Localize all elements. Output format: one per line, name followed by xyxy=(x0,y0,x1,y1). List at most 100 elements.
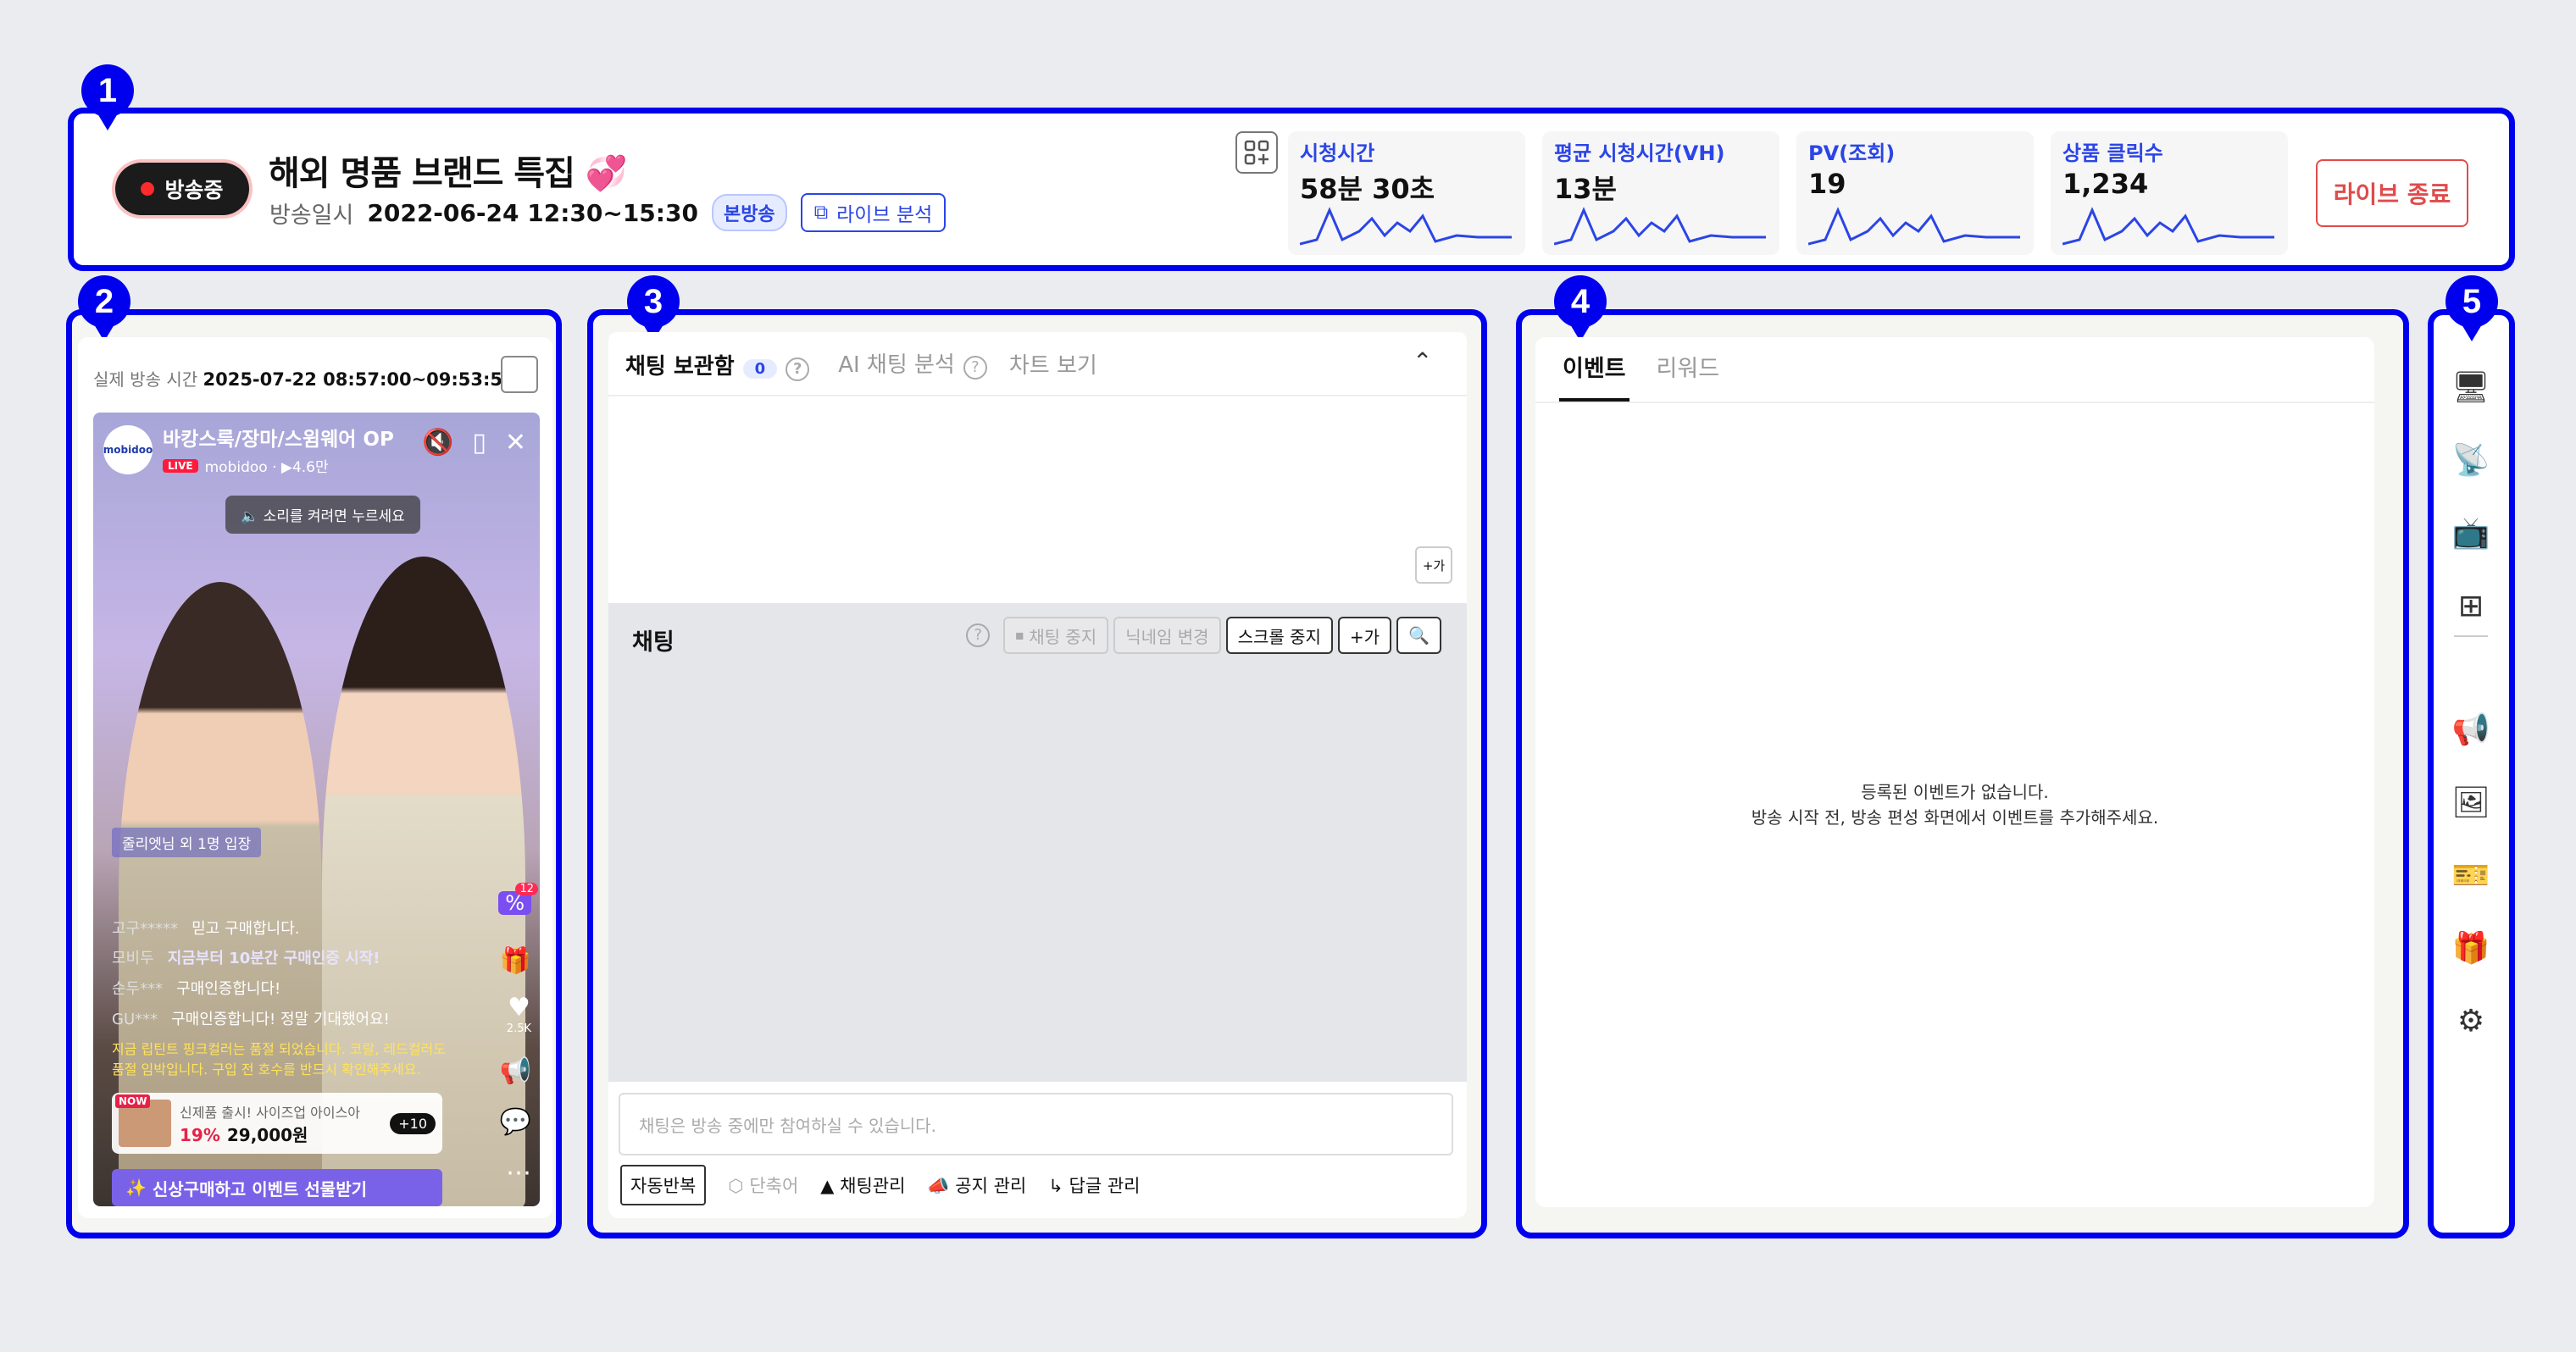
coupon-count: 12 xyxy=(515,883,538,895)
gift-icon[interactable]: 🎁 xyxy=(500,946,531,976)
megaphone-icon: 📣 xyxy=(927,1176,950,1196)
chat-toolbar: ? ⏹ 채팅 중지 닉네임 변경 스크롤 중지 +가 🔍 xyxy=(958,617,1441,654)
tab-rewards[interactable]: 리워드 xyxy=(1657,350,1720,402)
event-banner[interactable]: ✨ 신상구매하고 이벤트 선물받기 xyxy=(112,1169,442,1206)
real-time-label: 실제 방송 시간 xyxy=(93,369,198,390)
screenshot-icon[interactable] xyxy=(501,356,538,393)
notice-text: 지금 립틴트 핑크컬러는 품절 되었습니다. 코랄, 레드컬러도 품절 임박입니… xyxy=(112,1041,446,1078)
shortcut-button[interactable]: ⬡ 단축어 xyxy=(728,1172,798,1198)
product-card[interactable]: NOW 신제품 출시! 사이즈업 아이스아 19% 29,000원 +10 xyxy=(112,1093,442,1154)
broadcast-meta: 방송일시 2022-06-24 12:30~15:30 본방송 ⧉ 라이브 분석 xyxy=(269,193,947,232)
tab-chart-view[interactable]: 차트 보기 xyxy=(1009,348,1097,380)
font-size-button[interactable]: +가 xyxy=(1337,617,1392,654)
live-dot-icon xyxy=(141,182,155,196)
chat-manage-button[interactable]: ▲ 채팅관리 xyxy=(820,1172,905,1198)
megaphone-icon[interactable]: 📢 xyxy=(500,1056,531,1086)
callout-badge-5: 5 xyxy=(2446,275,2498,341)
like-button[interactable]: ♥ 2.5K xyxy=(507,993,531,1035)
change-nickname-button[interactable]: 닉네임 변경 xyxy=(1113,617,1221,654)
tab-ai-analysis[interactable]: AI 채팅 분석? xyxy=(838,347,987,380)
channel-header: mobidoo 바캉스룩/장마/스윔웨어 OP LIVE mobidoo · ▶4… xyxy=(103,423,394,476)
live-analysis-link[interactable]: ⧉ 라이브 분석 xyxy=(800,193,947,232)
tab-events[interactable]: 이벤트 xyxy=(1559,350,1629,402)
sparkline xyxy=(1554,207,1766,246)
event-card xyxy=(1535,337,2374,1207)
type-badge: 본방송 xyxy=(711,194,787,231)
chat-line: 모비두 지금부터 10분간 구매인증 시작! xyxy=(112,946,380,968)
pip-icon[interactable]: ▯ xyxy=(472,428,486,457)
more-icon[interactable]: ⋯ xyxy=(506,1158,531,1188)
broadcast-icon[interactable]: 📡 xyxy=(2452,424,2490,496)
chat-msg: 구매인증합니다! 정말 기대했어요! xyxy=(171,1011,390,1028)
alert-icon: ▲ xyxy=(820,1176,835,1196)
product-price: 29,000원 xyxy=(226,1124,308,1145)
chat-user: 모비두 xyxy=(112,950,154,967)
chat-user: 순두*** xyxy=(112,980,164,998)
stop-scroll-button[interactable]: 스크롤 중지 xyxy=(1225,617,1333,654)
stop-chat-label: 채팅 중지 xyxy=(1029,626,1097,647)
side-nav: 🖥 📡 📺 ⊞ 📢 🖼 🎫 🎁 ⚙ xyxy=(2434,351,2508,1057)
sparkline xyxy=(2062,207,2274,246)
reply-manage-button[interactable]: ↳ 답글 관리 xyxy=(1048,1172,1140,1198)
chat-bubble-icon[interactable]: 💬 xyxy=(500,1107,531,1137)
tab-chat-archive[interactable]: 채팅 보관함 0? xyxy=(619,334,817,400)
stat-value: 19 xyxy=(1808,168,1846,200)
archive-count: 0 xyxy=(742,359,778,379)
onair-status: 방송중 xyxy=(115,163,249,215)
tv-play-icon[interactable]: 📺 xyxy=(2452,496,2490,569)
chat-tabs: 채팅 보관함 0? AI 채팅 분석? 차트 보기 xyxy=(608,332,1467,400)
help-icon[interactable]: ? xyxy=(963,356,987,380)
widget-add-icon[interactable]: ⊞ xyxy=(2458,569,2484,642)
help-icon[interactable]: ? xyxy=(966,623,991,647)
empty-line-2: 방송 시작 전, 방송 편성 화면에서 이벤트를 추가해주세요. xyxy=(1751,807,2159,828)
auto-repeat-button[interactable]: 자동반복 xyxy=(620,1165,707,1205)
megaphone-icon[interactable]: 📢 xyxy=(2452,693,2490,766)
callout-badge-2: 2 xyxy=(78,275,130,341)
chat-user: 고구***** xyxy=(112,920,179,938)
stat-watch-time: 시청시간 58분 30초 xyxy=(1288,131,1525,255)
product-name: 신제품 출시! 사이즈업 아이스아 xyxy=(180,1104,361,1121)
help-icon[interactable]: ? xyxy=(786,357,810,381)
chat-msg: 구매인증합니다! xyxy=(176,980,281,998)
notice-manage-button[interactable]: 📣 공지 관리 xyxy=(927,1172,1026,1198)
mute-icon[interactable]: 🔇 xyxy=(422,428,453,457)
chat-msg: 지금부터 10분간 구매인증 시작! xyxy=(167,950,380,967)
stop-chat-button[interactable]: ⏹ 채팅 중지 xyxy=(1003,617,1109,654)
live-video-preview: mobidoo 바캉스룩/장마/스윔웨어 OP LIVE mobidoo · ▶4… xyxy=(93,413,540,1206)
channel-sub: mobidoo · ▶4.6만 xyxy=(204,459,329,476)
settings-icon[interactable]: ⚙ xyxy=(2457,984,2484,1057)
event-banner-text: 신상구매하고 이벤트 선물받기 xyxy=(152,1178,368,1200)
gift-box-icon[interactable]: 🎁 xyxy=(2452,911,2490,984)
chat-title: 채팅 xyxy=(632,629,675,656)
stop-icon: ⏹ xyxy=(1015,625,1024,646)
font-size-button[interactable]: +가 xyxy=(1415,546,1452,584)
stat-avg-watch-time: 평균 시청시간(VH) 13분 xyxy=(1542,131,1779,255)
close-icon[interactable]: ✕ xyxy=(505,428,526,457)
sparkline xyxy=(1808,207,2020,246)
reply-manage-label: 답글 관리 xyxy=(1069,1176,1141,1196)
search-icon[interactable]: 🔍 xyxy=(1396,617,1441,654)
live-tag: LIVE xyxy=(163,458,198,473)
widget-settings-icon[interactable] xyxy=(1235,131,1278,174)
date-value: 2022-06-24 12:30~15:30 xyxy=(367,198,698,227)
event-tabs: 이벤트 리워드 xyxy=(1535,337,2374,403)
nav-divider xyxy=(2454,635,2488,637)
coupon-icon[interactable]: 🎫 xyxy=(2452,839,2490,911)
chat-msg: 믿고 구매합니다. xyxy=(192,920,300,938)
chat-user: GU*** xyxy=(112,1011,158,1028)
coupon-button[interactable]: % 12 xyxy=(498,883,538,915)
heart-icon: ♥ xyxy=(507,993,530,1022)
image-icon[interactable]: 🖼 xyxy=(2451,766,2490,839)
stat-page-views: PV(조회) 19 xyxy=(1796,131,2034,255)
chevron-up-icon[interactable]: ⌃ xyxy=(1413,347,1432,375)
end-live-button[interactable]: 라이브 종료 xyxy=(2316,159,2468,227)
sound-tip[interactable]: 🔈 소리를 켜려면 누르세요 xyxy=(225,496,420,534)
monitor-icon[interactable]: 🖥 xyxy=(2451,351,2490,424)
more-products-badge[interactable]: +10 xyxy=(390,1112,436,1134)
speaker-icon: 🔈 xyxy=(241,508,259,525)
chat-input[interactable]: 채팅은 방송 중에만 참여하실 수 있습니다. xyxy=(619,1093,1453,1155)
stat-label: 시청시간 xyxy=(1300,141,1375,165)
sparkline xyxy=(1300,207,1512,246)
chat-line: 순두*** 구매인증합니다! xyxy=(112,977,280,999)
like-count: 2.5K xyxy=(506,1022,531,1035)
